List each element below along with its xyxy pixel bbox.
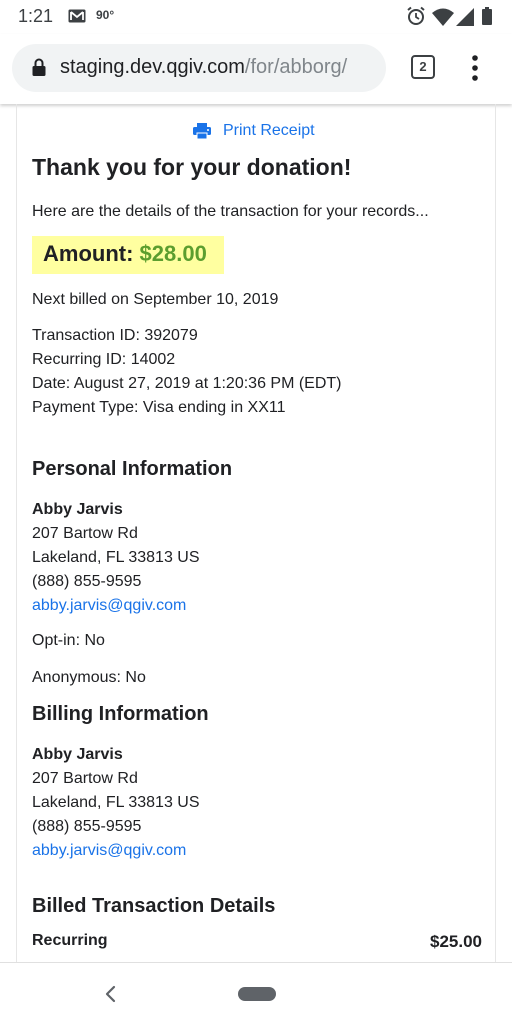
billing-email-link[interactable]: abby.jarvis@qgiv.com xyxy=(32,839,186,863)
page-content: Print Receipt Thank you for your donatio… xyxy=(0,104,512,962)
signal-icon xyxy=(456,8,474,26)
recurring-id: Recurring ID: 14002 xyxy=(32,351,176,368)
amount-value: $28.00 xyxy=(139,241,207,266)
browser-toolbar: staging.dev.qgiv.com/for/abborg/ 2 xyxy=(0,34,512,104)
billed-row-label: Recurring xyxy=(32,932,108,949)
system-nav-bar xyxy=(0,962,512,1024)
url-host: staging.dev.qgiv.com xyxy=(60,56,245,78)
print-receipt-link[interactable]: Print Receipt xyxy=(193,122,315,140)
page-title: Thank you for your donation! xyxy=(32,154,352,180)
receipt-card: Print Receipt Thank you for your donatio… xyxy=(16,104,496,962)
payment-type: Payment Type: Visa ending in XX11 xyxy=(32,399,286,416)
billed-transaction-heading: Billed Transaction Details xyxy=(32,895,276,917)
url-text: staging.dev.qgiv.com/for/abborg/ xyxy=(60,56,347,79)
personal-city: Lakeland, FL 33813 US xyxy=(32,549,200,566)
intro-text: Here are the details of the transaction … xyxy=(32,203,429,220)
personal-street: 207 Bartow Rd xyxy=(32,525,138,542)
personal-name: Abby Jarvis xyxy=(32,501,123,518)
url-path: /for/abborg/ xyxy=(244,56,348,78)
transaction-date: Date: August 27, 2019 at 1:20:36 PM (EDT… xyxy=(32,375,342,392)
status-bar: 1:21 90° xyxy=(0,0,512,34)
billing-street: 207 Bartow Rd xyxy=(32,770,138,787)
status-temperature: 90° xyxy=(96,8,115,22)
amount-highlight: Amount: $28.00 xyxy=(32,236,224,274)
billed-row-value: $25.00 xyxy=(430,932,482,951)
back-icon[interactable] xyxy=(104,985,118,1003)
next-billed-text: Next billed on September 10, 2019 xyxy=(32,291,279,308)
billing-name: Abby Jarvis xyxy=(32,746,123,763)
billing-city: Lakeland, FL 33813 US xyxy=(32,794,200,811)
battery-icon xyxy=(482,7,492,25)
print-receipt-label: Print Receipt xyxy=(223,122,315,139)
personal-email-link[interactable]: abby.jarvis@qgiv.com xyxy=(32,594,186,618)
mail-icon xyxy=(68,9,86,23)
wifi-icon xyxy=(432,8,454,26)
home-pill-button[interactable] xyxy=(238,987,276,1001)
anonymous-text: Anonymous: No xyxy=(32,669,146,686)
billing-phone: (888) 855-9595 xyxy=(32,818,142,835)
personal-info-heading: Personal Information xyxy=(32,458,233,480)
alarm-icon xyxy=(407,6,425,25)
billing-info-heading: Billing Information xyxy=(32,703,209,725)
billed-transaction-row: Recurring $25.00 xyxy=(32,932,482,952)
transaction-id: Transaction ID: 392079 xyxy=(32,327,198,344)
opt-in-text: Opt-in: No xyxy=(32,632,105,649)
address-bar[interactable]: staging.dev.qgiv.com/for/abborg/ xyxy=(12,44,386,92)
more-vert-icon[interactable] xyxy=(466,54,484,82)
personal-phone: (888) 855-9595 xyxy=(32,573,142,590)
status-time: 1:21 xyxy=(18,6,54,26)
tabs-icon[interactable]: 2 xyxy=(411,55,435,79)
amount-label: Amount: xyxy=(43,241,134,266)
printer-icon xyxy=(193,123,211,139)
lock-icon xyxy=(32,58,46,76)
